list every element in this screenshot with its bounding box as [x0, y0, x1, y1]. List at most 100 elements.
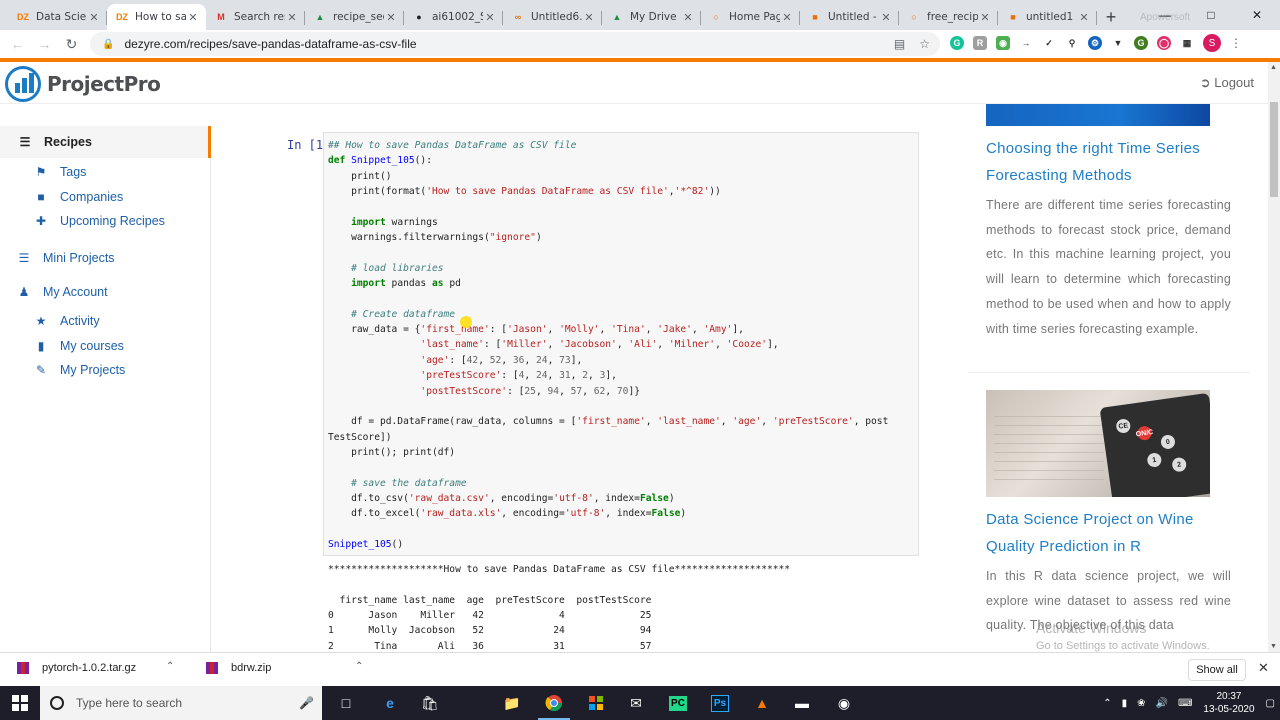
office-app-icon[interactable] [576, 690, 616, 716]
sidebar-item-companies[interactable]: ■ Companies [34, 190, 123, 204]
sidebar-item-my-courses[interactable]: ▮ My courses [34, 339, 124, 353]
chevron-up-icon[interactable]: ⌃ [166, 661, 174, 672]
profile-avatar[interactable]: S [1203, 34, 1221, 52]
close-tab-icon[interactable]: ✕ [384, 11, 398, 24]
address-bar[interactable]: 🔒 dezyre.com/recipes/save-pandas-datafra… [90, 32, 940, 56]
sidebar-item-recipes[interactable]: ☰ Recipes [18, 135, 92, 149]
pycharm-icon[interactable]: PC [658, 690, 698, 716]
store-icon[interactable]: 🛍 [410, 690, 450, 716]
taskbar-clock[interactable]: 20:37 13-05-2020 [1203, 690, 1254, 716]
close-tab-icon[interactable]: ✕ [186, 11, 200, 24]
close-tab-icon[interactable]: ✕ [582, 11, 596, 24]
close-tab-icon[interactable]: ✕ [681, 11, 695, 24]
tab-favicon-icon: ■ [812, 12, 818, 22]
edge-browser-icon[interactable]: e [370, 690, 410, 716]
volume-icon[interactable]: 🔊 [1156, 698, 1168, 709]
scrollbar-thumb[interactable] [1270, 102, 1278, 197]
extension-icon[interactable]: R [973, 36, 987, 50]
project-thumbnail[interactable] [986, 104, 1210, 126]
back-arrow-icon[interactable]: ← [4, 36, 31, 52]
browser-tab[interactable]: ○ free_recip ✕ [899, 4, 998, 30]
extension-icon[interactable]: ⚲ [1065, 36, 1079, 50]
code-line: TestScore]) [328, 431, 392, 443]
browser-tab[interactable]: DZ How to sa ✕ [107, 4, 206, 30]
new-tab-button[interactable]: + [1097, 4, 1125, 30]
browser-tab[interactable]: ▲ My Drive ✕ [602, 4, 701, 30]
sidebar-item-mini-projects[interactable]: ☰ Mini Projects [17, 251, 115, 265]
logout-link[interactable]: ➲ Logout [1200, 75, 1254, 91]
maximize-icon[interactable]: □ [1188, 0, 1234, 30]
chrome-browser-icon[interactable] [534, 690, 574, 720]
show-all-downloads-button[interactable]: Show all [1188, 659, 1246, 681]
project-card-title-link[interactable]: Data Science Project on Wine Quality Pre… [986, 506, 1246, 560]
photoshop-icon[interactable]: Ps [700, 690, 740, 716]
checkmark-extension-icon[interactable]: ✓ [1042, 36, 1056, 50]
battery-icon[interactable]: ▮ [1122, 698, 1128, 709]
close-window-icon[interactable]: ✕ [1234, 0, 1280, 30]
project-card-title-link[interactable]: Choosing the right Time Series Forecasti… [986, 135, 1246, 189]
extension-icon[interactable]: ▼ [1111, 36, 1125, 50]
taskbar-search-box[interactable]: Type here to search 🎤 [40, 686, 322, 720]
code-cell[interactable]: ## How to save Pandas DataFrame as CSV f… [323, 132, 919, 556]
close-downloads-icon[interactable]: ✕ [1258, 660, 1269, 676]
close-tab-icon[interactable]: ✕ [87, 11, 101, 24]
windows-start-icon[interactable] [0, 686, 40, 720]
bookmark-star-icon[interactable]: ☆ [919, 37, 930, 51]
browser-tab[interactable]: ■ Untitled - ✕ [800, 4, 899, 30]
forward-arrow-icon[interactable]: → [31, 36, 58, 52]
mail-icon[interactable]: ✉ [616, 690, 656, 716]
close-tab-icon[interactable]: ✕ [483, 11, 497, 24]
task-view-icon[interactable]: □ [326, 690, 366, 716]
browser-tab[interactable]: ● ai61002_S ✕ [404, 4, 503, 30]
browser-tab[interactable]: ○ Home Pag ✕ [701, 4, 800, 30]
recorder-app-icon[interactable]: ◉ [824, 690, 864, 716]
notifications-icon[interactable]: ▢ [1266, 698, 1275, 709]
tab-favicon-icon: ○ [713, 12, 719, 22]
scroll-up-icon[interactable]: ▲ [1270, 64, 1277, 71]
vlc-icon[interactable]: ▲ [742, 690, 782, 716]
close-tab-icon[interactable]: ✕ [978, 11, 992, 24]
sidebar-item-tags[interactable]: ⚑ Tags [34, 165, 87, 179]
chevron-up-icon[interactable]: ⌃ [355, 661, 363, 672]
instagram-extension-icon[interactable]: ◯ [1157, 36, 1171, 50]
browser-tab[interactable]: M Search res ✕ [206, 4, 305, 30]
keyboard-icon[interactable]: ⌨ [1178, 698, 1192, 709]
browser-tab[interactable]: ∞ Untitled6. ✕ [503, 4, 602, 30]
download-item[interactable]: bdrw.zip ⌃ [205, 661, 363, 675]
close-tab-icon[interactable]: ✕ [780, 11, 794, 24]
scroll-down-icon[interactable]: ▼ [1270, 643, 1277, 650]
browser-tab[interactable]: ■ untitled1 ✕ [998, 4, 1097, 30]
site-logo[interactable]: ProjectPro [5, 66, 161, 102]
extensions-puzzle-icon[interactable]: ▦ [1180, 36, 1194, 50]
browser-menu-icon[interactable]: ⋮ [1230, 36, 1242, 50]
extension-icon[interactable]: ⚙ [1088, 36, 1102, 50]
terminal-icon[interactable]: ▬ [782, 690, 822, 716]
sidebar-item-activity[interactable]: ★ Activity [34, 314, 100, 328]
minimize-icon[interactable]: — [1142, 0, 1188, 30]
extension-icon[interactable]: → [1019, 36, 1033, 50]
browser-tab[interactable]: ▲ recipe_sec ✕ [305, 4, 404, 30]
sidebar-item-my-projects[interactable]: ✎ My Projects [34, 363, 125, 377]
download-item[interactable]: pytorch-1.0.2.tar.gz ⌃ [16, 661, 174, 675]
close-tab-icon[interactable]: ✕ [879, 11, 893, 24]
close-tab-icon[interactable]: ✕ [1077, 11, 1091, 24]
sidebar-item-upcoming-recipes[interactable]: ✚ Upcoming Recipes [34, 214, 165, 228]
calculator-thumbnail[interactable]: CE ON/C 0 1 2 [986, 390, 1210, 497]
grammarly-extension-icon[interactable]: G [950, 36, 964, 50]
code-line: 'postTestScore': [25, 94, 57, 62, 70]} [420, 385, 641, 397]
network-icon[interactable]: ❀ [1137, 698, 1145, 709]
extension-icon[interactable]: ◉ [996, 36, 1010, 50]
downloads-bar: pytorch-1.0.2.tar.gz ⌃ bdrw.zip ⌃ Show a… [0, 652, 1280, 686]
logout-icon: ➲ [1199, 75, 1211, 90]
microphone-icon[interactable]: 🎤 [299, 696, 314, 710]
close-tab-icon[interactable]: ✕ [285, 11, 299, 24]
browser-tab[interactable]: DZ Data Scien✕ [8, 4, 107, 30]
translate-icon[interactable]: ▤ [894, 37, 905, 51]
extension-icon[interactable]: G [1134, 36, 1148, 50]
page-scrollbar[interactable]: ▲ ▼ [1268, 62, 1280, 652]
file-explorer-icon[interactable]: 📁 [492, 690, 532, 716]
tray-chevron-icon[interactable]: ⌃ [1103, 698, 1111, 709]
reload-icon[interactable]: ↻ [58, 36, 85, 53]
sidebar-item-my-account[interactable]: ♟ My Account [17, 285, 108, 299]
